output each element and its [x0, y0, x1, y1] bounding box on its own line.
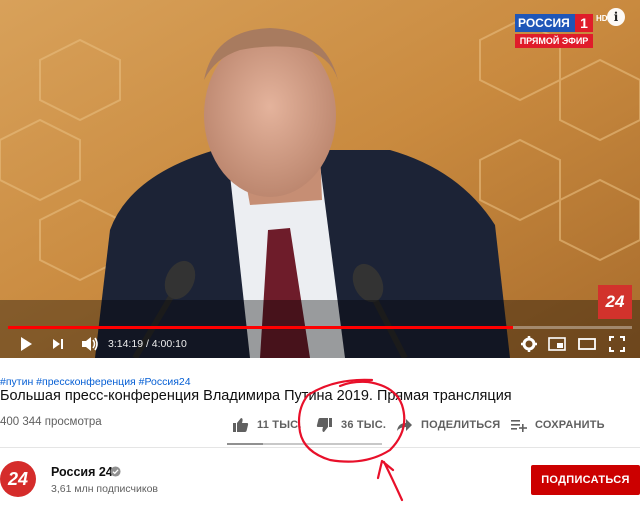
like-dislike-bar	[227, 443, 382, 445]
hashtags[interactable]: #путин #прессконференция #Россия24	[0, 376, 191, 388]
view-count: 400 344 просмотра	[0, 416, 102, 428]
save-label: СОХРАНИТЬ	[535, 419, 605, 431]
share-arrow-icon	[397, 419, 412, 431]
progress-bar-fill	[8, 326, 514, 329]
thumbs-down-icon	[316, 418, 332, 432]
miniplayer-icon[interactable]	[547, 334, 567, 354]
progress-bar[interactable]	[8, 326, 632, 329]
logo-live-label: ПРЯМОЙ ЭФИР	[515, 34, 593, 48]
subscribe-button[interactable]: ПОДПИСАТЬСЯ	[531, 465, 640, 495]
settings-gear-icon[interactable]	[520, 334, 538, 354]
hd-label: HD	[596, 14, 608, 23]
verified-check-icon	[110, 466, 121, 477]
info-icon[interactable]: i	[607, 8, 625, 26]
video-title: Большая пресс-конференция Владимира Пути…	[0, 388, 512, 404]
dislike-count: 36 ТЫС.	[341, 419, 387, 431]
theater-mode-icon[interactable]	[577, 334, 597, 354]
like-count: 11 ТЫС.	[257, 419, 302, 431]
player-controls: 3:14:19 / 4:00:10	[0, 330, 640, 358]
play-icon[interactable]	[18, 334, 34, 354]
divider	[0, 447, 640, 448]
like-button[interactable]: 11 ТЫС.	[232, 414, 302, 436]
video-player[interactable]: РОССИЯ 1 ПРЯМОЙ ЭФИР HD i 24 3:14:19 / 4…	[0, 0, 640, 358]
next-icon[interactable]	[50, 334, 66, 354]
dislike-button[interactable]: 36 ТЫС.	[316, 414, 386, 436]
thumbs-up-icon	[233, 418, 249, 432]
like-ratio-fill	[227, 443, 263, 445]
channel-avatar[interactable]: 24	[0, 461, 36, 497]
volume-icon[interactable]	[80, 334, 100, 354]
channel-name[interactable]: Россия 24	[51, 465, 113, 479]
share-button[interactable]: ПОДЕЛИТЬСЯ	[396, 414, 500, 436]
channel-logo: РОССИЯ 1 ПРЯМОЙ ЭФИР	[515, 14, 593, 48]
annotation-arrow	[376, 459, 404, 502]
fullscreen-icon[interactable]	[607, 334, 627, 354]
video-frame	[0, 0, 640, 358]
share-label: ПОДЕЛИТЬСЯ	[421, 419, 501, 431]
subscriber-count: 3,61 млн подписчиков	[51, 483, 158, 495]
playlist-add-icon	[511, 420, 527, 432]
corner-badge: 24	[598, 285, 632, 319]
save-button[interactable]: СОХРАНИТЬ	[510, 414, 605, 436]
logo-channel-number: 1	[575, 14, 593, 32]
time-display: 3:14:19 / 4:00:10	[108, 338, 187, 350]
